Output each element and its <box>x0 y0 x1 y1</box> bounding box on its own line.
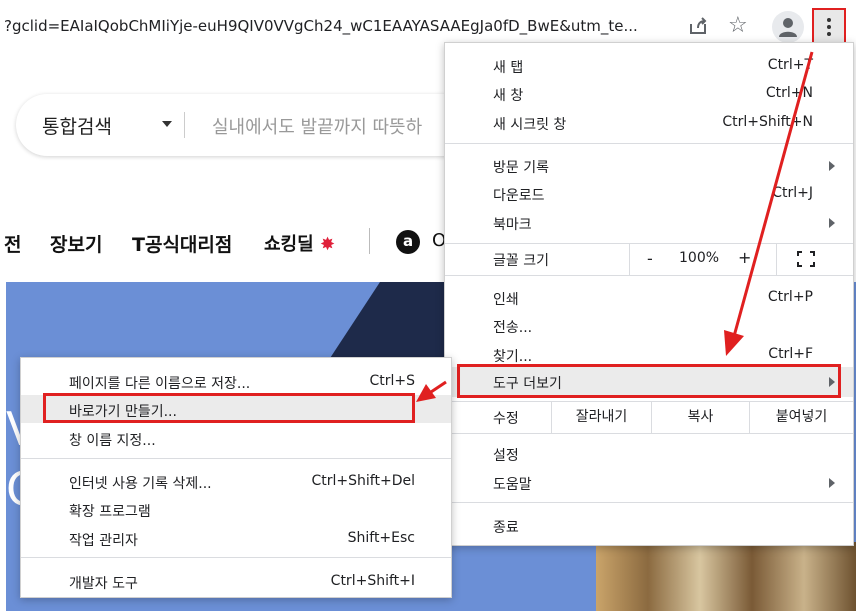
menu-item-print[interactable]: 인쇄 Ctrl+P <box>445 283 853 311</box>
nav-item-2[interactable]: T공식대리점 <box>132 230 232 257</box>
chevron-right-icon <box>829 218 835 228</box>
zoom-value: 100% <box>679 250 720 266</box>
submenu-item-task-manager[interactable]: 작업 관리자 Shift+Esc <box>21 524 451 552</box>
edit-row: 수정 잘라내기 복사 붙여넣기 <box>445 401 853 433</box>
menu-separator <box>21 557 451 558</box>
menu-item-new-tab[interactable]: 새 탭 Ctrl+T <box>445 51 853 79</box>
divider <box>369 228 370 254</box>
fullscreen-icon[interactable] <box>797 251 815 267</box>
nav-item-0[interactable]: 전 <box>4 230 21 257</box>
building-image <box>596 542 856 611</box>
search-category[interactable]: 통합검색 <box>42 112 112 139</box>
menu-separator <box>21 458 451 459</box>
menu-item-downloads[interactable]: 다운로드 Ctrl+J <box>445 179 853 207</box>
zoom-label: 글꼴 크기 <box>493 253 549 269</box>
menu-separator <box>445 433 853 434</box>
divider <box>184 112 185 138</box>
zoom-row: 글꼴 크기 - 100% + <box>445 243 853 275</box>
highlight-box <box>457 364 841 398</box>
chrome-menu-icon[interactable] <box>812 8 846 46</box>
menu-item-settings[interactable]: 설정 <box>445 439 853 467</box>
menu-item-incognito[interactable]: 새 시크릿 창 Ctrl+Shift+N <box>445 108 853 136</box>
menu-item-new-window[interactable]: 새 창 Ctrl+N <box>445 79 853 107</box>
burst-icon: ✸ <box>313 234 336 255</box>
search-input[interactable]: 실내에서도 발끝까지 따뜻하 <box>212 113 422 139</box>
cut-button[interactable]: 잘라내기 <box>551 401 651 433</box>
menu-item-history[interactable]: 방문 기록 <box>445 151 853 179</box>
more-tools-submenu: 페이지를 다른 이름으로 저장... Ctrl+S 바로가기 만들기... 창 이… <box>20 357 452 598</box>
menu-separator <box>445 502 853 503</box>
profile-icon <box>779 18 797 37</box>
menu-separator <box>445 275 853 276</box>
edit-label: 수정 <box>493 411 519 427</box>
submenu-item-name-window[interactable]: 창 이름 지정... <box>21 424 451 452</box>
menu-item-cast[interactable]: 전송... <box>445 311 853 339</box>
profile-button[interactable] <box>772 11 804 43</box>
chevron-right-icon <box>829 478 835 488</box>
zoom-out-button[interactable]: - <box>647 249 653 268</box>
submenu-item-developer-tools[interactable]: 개발자 도구 Ctrl+Shift+I <box>21 567 451 595</box>
submenu-item-clear-history[interactable]: 인터넷 사용 기록 삭제... Ctrl+Shift+Del <box>21 467 451 495</box>
url-text[interactable]: ?gclid=EAIaIQobChMIiYje-euH9QIV0VVgCh24_… <box>4 17 680 35</box>
zoom-in-button[interactable]: + <box>738 248 751 267</box>
bookmark-star-icon[interactable]: ☆ <box>728 13 748 38</box>
submenu-item-save-page[interactable]: 페이지를 다른 이름으로 저장... Ctrl+S <box>21 367 451 395</box>
menu-item-exit[interactable]: 종료 <box>445 511 853 539</box>
menu-separator <box>445 143 853 144</box>
chrome-main-menu: 새 탭 Ctrl+T 새 창 Ctrl+N 새 시크릿 창 Ctrl+Shift+N … <box>444 42 854 546</box>
shocking-deal-logo[interactable]: 쇼킹딜 ✸ <box>264 230 335 256</box>
submenu-item-extensions[interactable]: 확장 프로그램 <box>21 495 451 523</box>
highlight-box <box>43 393 415 423</box>
share-icon[interactable] <box>686 14 710 38</box>
chevron-right-icon <box>829 161 835 171</box>
copy-button[interactable]: 복사 <box>651 401 749 433</box>
paste-button[interactable]: 붙여넣기 <box>749 401 853 433</box>
amazon-icon[interactable]: a <box>396 230 420 254</box>
menu-item-bookmarks[interactable]: 북마크 <box>445 208 853 236</box>
chevron-down-icon[interactable] <box>162 121 172 127</box>
menu-item-help[interactable]: 도움말 <box>445 468 853 496</box>
nav-item-1[interactable]: 장보기 <box>50 230 102 257</box>
